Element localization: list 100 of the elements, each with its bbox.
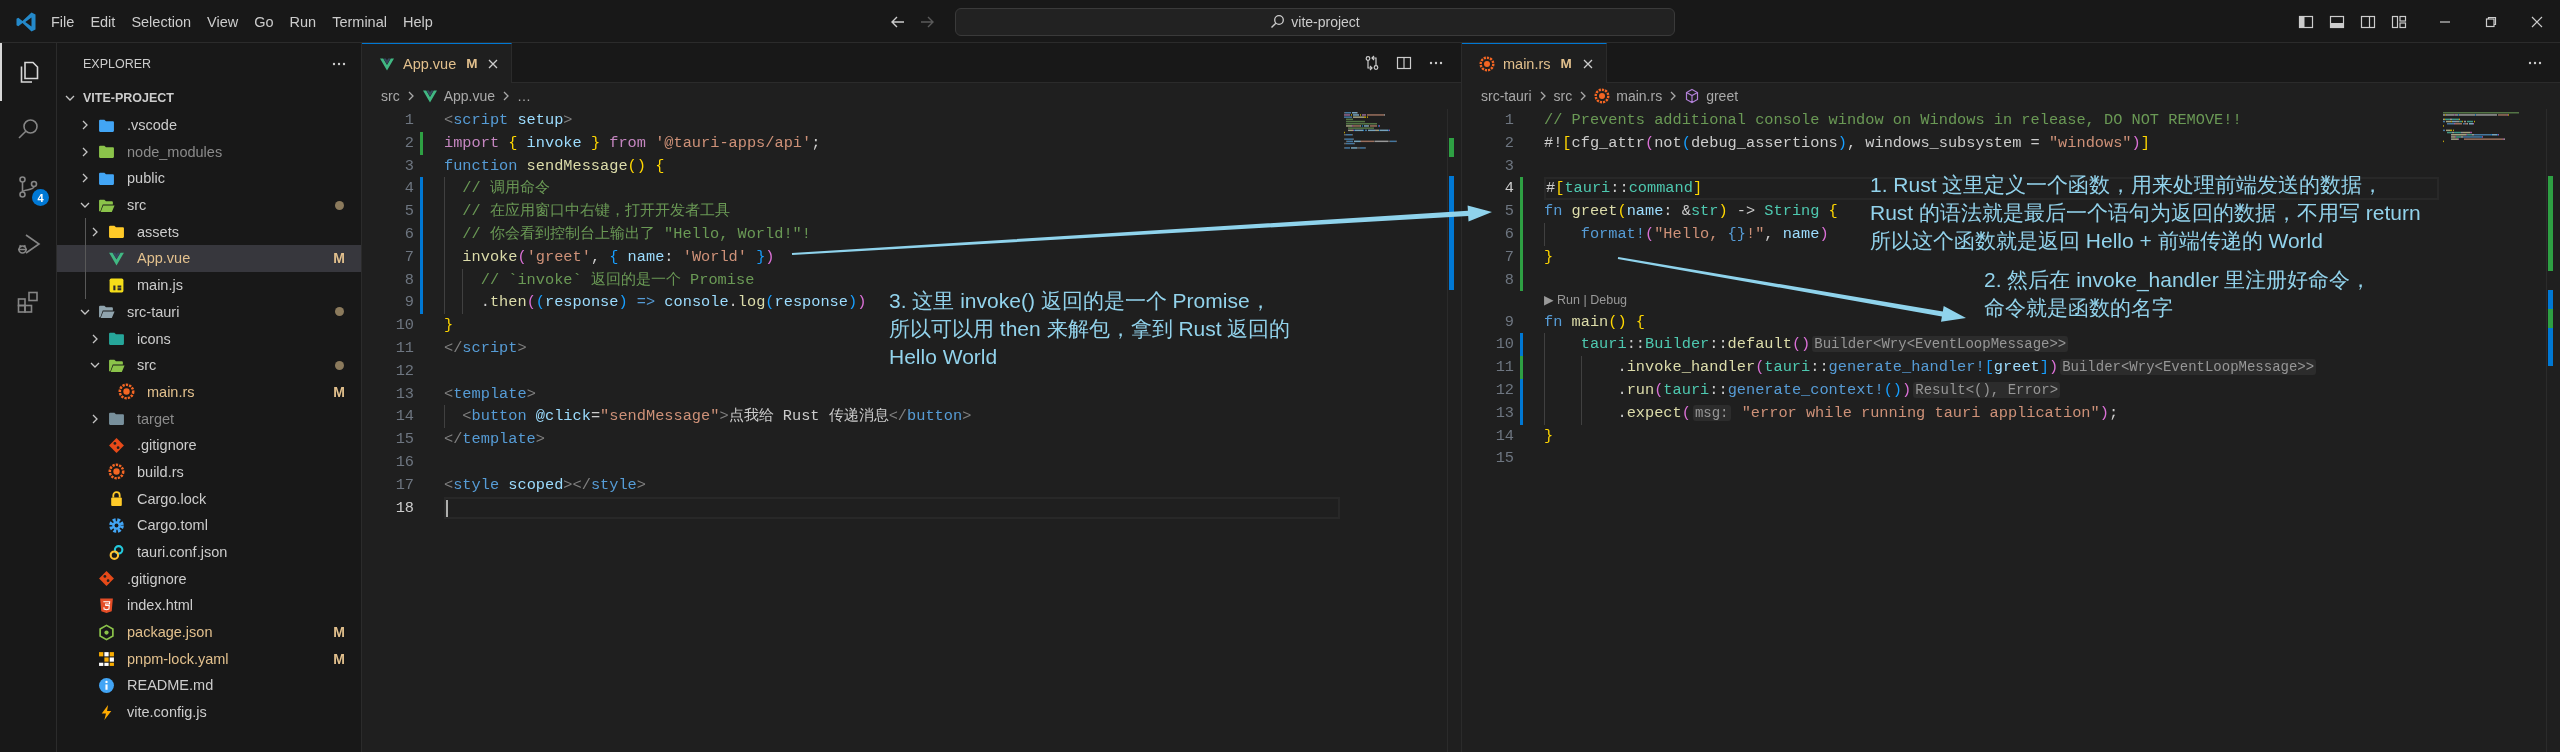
diamond-icon [98, 570, 115, 588]
codelens-link[interactable]: ▶ Run | Debug [1544, 293, 1628, 308]
editor-tab[interactable]: App.vue M [362, 43, 513, 83]
code-line: format!("Hello, {}!", name) [1579, 225, 1829, 243]
app-logo [15, 10, 37, 33]
code-line: #[tauri::command] [1546, 179, 1703, 198]
code-line: import { invoke } from '@tauri-apps/api'; [444, 133, 821, 152]
sidebar-right-icon[interactable] [2359, 13, 2376, 30]
code-line: invoke('greet', { name: 'World' }) [461, 247, 775, 266]
breadcrumb-item[interactable]: src-tauri [1481, 88, 1532, 104]
search-icon [1270, 14, 1286, 29]
code-line: tauri::Builder::default() Builder<Wry<EventLoopMessage>> [1579, 335, 2070, 354]
code-line: <button @click="sendMessage">点我给 Rust 传递消息</button> [461, 407, 972, 426]
tree-item[interactable]: .vscode [57, 111, 361, 139]
line-number: 13 [394, 383, 414, 405]
panel-title: EXPLORER [83, 57, 152, 71]
search-field[interactable]: vite-project [955, 7, 1675, 36]
menu-item[interactable]: Edit [82, 9, 124, 34]
modified-status: M [1560, 56, 1572, 71]
code-line: .invoke_handler(tauri::generate_handler![greet]) Builder<Wry<EventLoopMessage>> [1616, 358, 2318, 377]
line-number: 7 [1503, 246, 1514, 268]
line-number: 12 [1494, 379, 1514, 401]
code-line: #![cfg_attr(not(debug_assertions), windows_subsystem = "windows")] [1544, 133, 2150, 152]
tree-item[interactable]: vite.config.js [57, 698, 361, 726]
line-number: 3 [403, 155, 414, 177]
text-cursor [446, 499, 448, 517]
menu-item[interactable]: Run [281, 9, 325, 34]
code-line: // Prevents additional console window on Windows in release, DO NOT REMOVE!! [1544, 111, 2242, 129]
code-line: <template> [444, 384, 536, 403]
tree-item[interactable]: target [57, 405, 361, 432]
grid-icon [98, 650, 115, 668]
cube-icon [1684, 88, 1701, 104]
tree-item[interactable]: Cargo.lock [57, 485, 361, 512]
tree-item[interactable]: README.md [57, 672, 361, 699]
tree-item[interactable]: main.js [57, 271, 361, 299]
line-number: 9 [1503, 311, 1514, 333]
line-number: 9 [403, 292, 414, 314]
git-status: M [333, 250, 346, 267]
breadcrumb-item[interactable]: App.vue [421, 88, 496, 104]
line-number: 2 [1503, 132, 1514, 154]
v-logo-icon [421, 88, 438, 104]
line-number: 17 [394, 474, 414, 496]
line-number: 16 [394, 451, 414, 473]
tree-item[interactable]: node_modules [57, 138, 361, 166]
sidebar-left-icon[interactable] [2297, 13, 2314, 30]
tree-item[interactable]: icons [57, 325, 361, 352]
annotation-text: 1. Rust 这里定义一个函数，用来处理前端发送的数据， Rust 的语法就是最后一个语句为返回的数据，不用写 return 所以这个函数就是返回 Hello + 前端传递的 World [1870, 172, 2421, 254]
breadcrumb-item[interactable]: main.rs [1594, 88, 1663, 104]
tree-item[interactable]: build.rs [57, 458, 361, 486]
breadcrumb-item[interactable]: … [517, 88, 532, 104]
tree-item[interactable]: .gitignore [57, 565, 361, 593]
line-number: 7 [403, 246, 414, 268]
code-line: function sendMessage() { [444, 156, 665, 175]
compare-changes-icon[interactable] [1364, 54, 1380, 71]
tree-item[interactable]: assets [57, 218, 361, 246]
tree-item[interactable]: src [57, 191, 361, 219]
line-number: 10 [1494, 334, 1514, 356]
menu-item[interactable]: Help [394, 9, 441, 34]
tree-item[interactable]: App.vue M [57, 245, 361, 272]
line-number: 14 [394, 406, 414, 428]
menu-item[interactable]: Terminal [324, 9, 395, 34]
line-number: 4 [1503, 178, 1514, 200]
tree-item[interactable]: tauri.conf.json [57, 538, 361, 566]
tree-item[interactable]: index.html [57, 592, 361, 619]
tree-item[interactable]: package.json M [57, 618, 361, 646]
code-line: <style scoped></style> [444, 475, 646, 494]
activity-button[interactable]: 4 [0, 158, 56, 216]
code-line: // `invoke` 返回的是一个 Promise [479, 270, 755, 289]
menu-item[interactable]: Go [246, 9, 282, 34]
tree-item[interactable]: public [57, 165, 361, 192]
tree-item[interactable]: src-tauri [57, 298, 361, 326]
lock-icon [108, 490, 125, 508]
menu-item[interactable]: View [199, 9, 247, 34]
tree-item[interactable]: main.rs M [57, 378, 361, 406]
line-number: 13 [1494, 402, 1514, 424]
code-line: } [1544, 247, 1554, 266]
tree-item[interactable]: .gitignore [57, 431, 361, 459]
line-number: 12 [394, 360, 414, 382]
split-editor-icon[interactable] [1396, 54, 1412, 71]
panel-bottom-icon[interactable] [2328, 13, 2345, 30]
menu-item[interactable]: Selection [123, 9, 200, 34]
code-line: // 在应用窗口中右键，打开开发者工具 [461, 202, 730, 221]
js-file-icon [108, 276, 125, 294]
tree-item[interactable]: pnpm-lock.yaml M [57, 645, 361, 673]
line-number: 15 [394, 429, 414, 451]
breadcrumb-item[interactable]: src [381, 88, 400, 104]
line-number: 3 [1503, 155, 1514, 177]
tree-item[interactable]: src [57, 351, 361, 379]
section-header[interactable]: VITE-PROJECT [57, 85, 361, 112]
layout-icon[interactable] [2390, 13, 2407, 30]
menu-item[interactable]: File [43, 9, 83, 34]
editor-tab[interactable]: main.rs M [1462, 43, 1607, 83]
line-number: 15 [1494, 448, 1514, 470]
git-status: M [333, 650, 346, 667]
code-line: .expect( msg: "error while running tauri application"); [1616, 403, 2119, 422]
tree-item[interactable]: Cargo.toml [57, 512, 361, 539]
line-number: 18 [394, 497, 414, 519]
breadcrumb-item[interactable]: src [1553, 88, 1573, 104]
info-icon [98, 676, 115, 694]
breadcrumb-item[interactable]: greet [1684, 88, 1739, 104]
